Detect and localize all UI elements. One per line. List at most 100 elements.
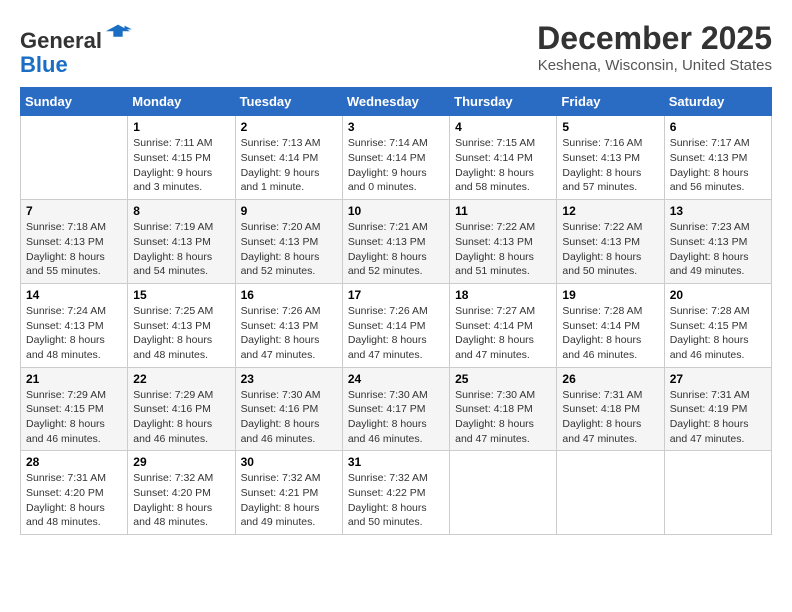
day-number: 28 — [26, 455, 122, 469]
weekday-header-row: SundayMondayTuesdayWednesdayThursdayFrid… — [21, 88, 772, 116]
day-info: Sunrise: 7:27 AM Sunset: 4:14 PM Dayligh… — [455, 304, 551, 363]
day-number: 24 — [348, 372, 444, 386]
day-info: Sunrise: 7:32 AM Sunset: 4:22 PM Dayligh… — [348, 471, 444, 530]
calendar-cell: 10 Sunrise: 7:21 AM Sunset: 4:13 PM Dayli… — [342, 200, 449, 284]
calendar-cell: 3 Sunrise: 7:14 AM Sunset: 4:14 PM Daylig… — [342, 116, 449, 200]
day-number: 21 — [26, 372, 122, 386]
calendar-cell — [21, 116, 128, 200]
calendar-cell: 8Sunrise: 7:19 AM Sunset: 4:13 PM Daylig… — [128, 200, 235, 284]
day-number: 14 — [26, 288, 122, 302]
calendar-cell: 17 Sunrise: 7:26 AM Sunset: 4:14 PM Dayli… — [342, 283, 449, 367]
day-info: Sunrise: 7:31 AM Sunset: 4:20 PM Dayligh… — [26, 471, 122, 530]
day-number: 30 — [241, 455, 337, 469]
day-number: 22 — [133, 372, 229, 386]
calendar-cell: 13Sunrise: 7:23 AM Sunset: 4:13 PM Dayli… — [664, 200, 771, 284]
day-number: 18 — [455, 288, 551, 302]
day-number: 16 — [241, 288, 337, 302]
day-info: Sunrise: 7:28 AM Sunset: 4:14 PM Dayligh… — [562, 304, 658, 363]
day-number: 23 — [241, 372, 337, 386]
day-info: Sunrise: 7:26 AM Sunset: 4:14 PM Dayligh… — [348, 304, 444, 363]
calendar-cell: 30 Sunrise: 7:32 AM Sunset: 4:21 PM Dayli… — [235, 451, 342, 535]
calendar-cell: 6 Sunrise: 7:17 AM Sunset: 4:13 PM Daylig… — [664, 116, 771, 200]
calendar-cell: 16 Sunrise: 7:26 AM Sunset: 4:13 PM Dayli… — [235, 283, 342, 367]
calendar-cell: 23 Sunrise: 7:30 AM Sunset: 4:16 PM Dayli… — [235, 367, 342, 451]
logo: General Blue — [20, 20, 132, 77]
calendar-cell: 7 Sunrise: 7:18 AM Sunset: 4:13 PM Daylig… — [21, 200, 128, 284]
day-info: Sunrise: 7:30 AM Sunset: 4:18 PM Dayligh… — [455, 388, 551, 447]
day-info: Sunrise: 7:15 AM Sunset: 4:14 PM Dayligh… — [455, 136, 551, 195]
day-info: Sunrise: 7:17 AM Sunset: 4:13 PM Dayligh… — [670, 136, 766, 195]
calendar-cell: 24 Sunrise: 7:30 AM Sunset: 4:17 PM Dayli… — [342, 367, 449, 451]
weekday-header-tuesday: Tuesday — [235, 88, 342, 116]
day-number: 25 — [455, 372, 551, 386]
logo-general-text: General — [20, 28, 102, 53]
day-number: 20 — [670, 288, 766, 302]
logo-blue-text: Blue — [20, 52, 68, 77]
day-number: 19 — [562, 288, 658, 302]
calendar-cell: 22 Sunrise: 7:29 AM Sunset: 4:16 PM Dayli… — [128, 367, 235, 451]
weekday-header-wednesday: Wednesday — [342, 88, 449, 116]
day-info: Sunrise: 7:11 AM Sunset: 4:15 PM Dayligh… — [133, 136, 229, 195]
day-number: 5 — [562, 120, 658, 134]
day-number: 3 — [348, 120, 444, 134]
day-info: Sunrise: 7:29 AM Sunset: 4:16 PM Dayligh… — [133, 388, 229, 447]
weekday-header-monday: Monday — [128, 88, 235, 116]
calendar-cell: 27 Sunrise: 7:31 AM Sunset: 4:19 PM Dayli… — [664, 367, 771, 451]
day-info: Sunrise: 7:22 AM Sunset: 4:13 PM Dayligh… — [562, 220, 658, 279]
weekday-header-thursday: Thursday — [450, 88, 557, 116]
location: Keshena, Wisconsin, United States — [537, 57, 772, 74]
day-info: Sunrise: 7:18 AM Sunset: 4:13 PM Dayligh… — [26, 220, 122, 279]
day-number: 10 — [348, 204, 444, 218]
calendar-cell: 28 Sunrise: 7:31 AM Sunset: 4:20 PM Dayli… — [21, 451, 128, 535]
calendar-week-row: 14 Sunrise: 7:24 AM Sunset: 4:13 PM Dayli… — [21, 283, 772, 367]
weekday-header-saturday: Saturday — [664, 88, 771, 116]
weekday-header-sunday: Sunday — [21, 88, 128, 116]
day-info: Sunrise: 7:22 AM Sunset: 4:13 PM Dayligh… — [455, 220, 551, 279]
day-number: 11 — [455, 204, 551, 218]
day-number: 1 — [133, 120, 229, 134]
day-info: Sunrise: 7:21 AM Sunset: 4:13 PM Dayligh… — [348, 220, 444, 279]
calendar-cell: 11 Sunrise: 7:22 AM Sunset: 4:13 PM Dayli… — [450, 200, 557, 284]
day-info: Sunrise: 7:28 AM Sunset: 4:15 PM Dayligh… — [670, 304, 766, 363]
calendar-cell — [664, 451, 771, 535]
calendar-cell: 29 Sunrise: 7:32 AM Sunset: 4:20 PM Dayli… — [128, 451, 235, 535]
day-info: Sunrise: 7:24 AM Sunset: 4:13 PM Dayligh… — [26, 304, 122, 363]
day-info: Sunrise: 7:16 AM Sunset: 4:13 PM Dayligh… — [562, 136, 658, 195]
day-number: 15 — [133, 288, 229, 302]
calendar-cell: 21Sunrise: 7:29 AM Sunset: 4:15 PM Dayli… — [21, 367, 128, 451]
logo-bird-icon — [104, 20, 132, 48]
calendar-cell: 15Sunrise: 7:25 AM Sunset: 4:13 PM Dayli… — [128, 283, 235, 367]
calendar-cell: 25 Sunrise: 7:30 AM Sunset: 4:18 PM Dayli… — [450, 367, 557, 451]
calendar-cell — [557, 451, 664, 535]
day-info: Sunrise: 7:32 AM Sunset: 4:21 PM Dayligh… — [241, 471, 337, 530]
calendar-cell: 31Sunrise: 7:32 AM Sunset: 4:22 PM Dayli… — [342, 451, 449, 535]
calendar-week-row: 28 Sunrise: 7:31 AM Sunset: 4:20 PM Dayli… — [21, 451, 772, 535]
day-number: 7 — [26, 204, 122, 218]
title-block: December 2025 Keshena, Wisconsin, United… — [537, 20, 772, 74]
day-info: Sunrise: 7:30 AM Sunset: 4:17 PM Dayligh… — [348, 388, 444, 447]
calendar-cell: 26Sunrise: 7:31 AM Sunset: 4:18 PM Dayli… — [557, 367, 664, 451]
calendar-week-row: 7 Sunrise: 7:18 AM Sunset: 4:13 PM Daylig… — [21, 200, 772, 284]
day-info: Sunrise: 7:31 AM Sunset: 4:19 PM Dayligh… — [670, 388, 766, 447]
calendar-cell: 4Sunrise: 7:15 AM Sunset: 4:14 PM Daylig… — [450, 116, 557, 200]
day-info: Sunrise: 7:20 AM Sunset: 4:13 PM Dayligh… — [241, 220, 337, 279]
calendar-cell: 19 Sunrise: 7:28 AM Sunset: 4:14 PM Dayli… — [557, 283, 664, 367]
day-number: 6 — [670, 120, 766, 134]
day-number: 26 — [562, 372, 658, 386]
calendar-cell: 1 Sunrise: 7:11 AM Sunset: 4:15 PM Daylig… — [128, 116, 235, 200]
day-number: 29 — [133, 455, 229, 469]
day-number: 27 — [670, 372, 766, 386]
day-number: 12 — [562, 204, 658, 218]
day-info: Sunrise: 7:32 AM Sunset: 4:20 PM Dayligh… — [133, 471, 229, 530]
calendar-cell: 18 Sunrise: 7:27 AM Sunset: 4:14 PM Dayli… — [450, 283, 557, 367]
day-info: Sunrise: 7:30 AM Sunset: 4:16 PM Dayligh… — [241, 388, 337, 447]
calendar-table: SundayMondayTuesdayWednesdayThursdayFrid… — [20, 87, 772, 535]
day-number: 2 — [241, 120, 337, 134]
day-info: Sunrise: 7:23 AM Sunset: 4:13 PM Dayligh… — [670, 220, 766, 279]
day-info: Sunrise: 7:26 AM Sunset: 4:13 PM Dayligh… — [241, 304, 337, 363]
calendar-cell: 14 Sunrise: 7:24 AM Sunset: 4:13 PM Dayli… — [21, 283, 128, 367]
calendar-week-row: 21Sunrise: 7:29 AM Sunset: 4:15 PM Dayli… — [21, 367, 772, 451]
day-number: 9 — [241, 204, 337, 218]
day-number: 17 — [348, 288, 444, 302]
day-info: Sunrise: 7:14 AM Sunset: 4:14 PM Dayligh… — [348, 136, 444, 195]
